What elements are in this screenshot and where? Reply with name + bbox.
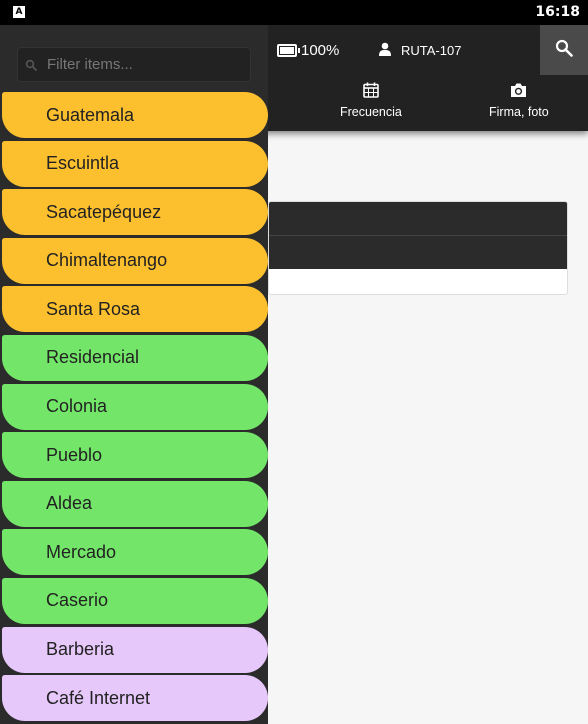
drawer-item-label: Colonia (46, 396, 108, 417)
drawer-item-label: Escuintla (46, 153, 120, 174)
battery-level: 100% (301, 42, 340, 59)
drawer-item[interactable]: Barberia (2, 626, 268, 673)
search-button[interactable] (540, 25, 588, 75)
calendar-icon (363, 82, 379, 101)
battery-icon (277, 44, 300, 57)
user-name: RUTA-107 (401, 43, 462, 58)
camera-icon (510, 82, 527, 101)
drawer-item-label: Pueblo (46, 444, 103, 465)
card-header (269, 202, 567, 235)
user-icon (378, 42, 392, 59)
drawer-item-label: Sacatepéquez (46, 201, 162, 222)
drawer-item[interactable]: Colonia (2, 383, 268, 430)
drawer-item[interactable]: Chimaltenango (2, 237, 268, 284)
drawer-item[interactable]: Residencial (2, 334, 268, 381)
drawer-item-label: Café Internet (46, 687, 151, 708)
search-icon (555, 39, 573, 62)
drawer-item[interactable]: Mercado (2, 529, 268, 576)
navigation-drawer: Guatemala Escuintla Sacatepéquez Chimaltena… (0, 25, 268, 724)
drawer-item[interactable]: Sacatepéquez (2, 189, 268, 236)
tab-firma-foto-label: Firma, foto (489, 105, 549, 119)
tab-firma-foto[interactable]: Firma, foto (489, 82, 549, 119)
drawer-item[interactable]: Guatemala (2, 92, 268, 138)
drawer-item-label: Residencial (46, 347, 140, 368)
filter-box (17, 47, 251, 82)
drawer-item-label: Aldea (46, 493, 93, 514)
drawer-item[interactable]: Caserio (2, 577, 268, 624)
status-clock: 16:18 (535, 4, 580, 20)
drawer-item-label: Chimaltenango (46, 250, 168, 271)
drawer-item[interactable]: Pueblo (2, 432, 268, 479)
content-card (268, 201, 568, 295)
card-subheader (269, 235, 567, 269)
drawer-item[interactable]: Café Internet (2, 675, 268, 722)
drawer-item[interactable]: Santa Rosa (2, 286, 268, 333)
tab-frecuencia-label: Frecuencia (340, 105, 402, 119)
drawer-item-label: Santa Rosa (46, 298, 141, 319)
drawer-item-label: Caserio (46, 590, 109, 611)
user-info: RUTA-107 (378, 42, 461, 59)
status-bar: A 16:18 (0, 0, 588, 25)
filter-input[interactable] (45, 55, 239, 74)
tab-frecuencia[interactable]: Frecuencia (340, 82, 402, 119)
battery-indicator: 100% (277, 42, 339, 59)
drawer-item-label: Mercado (46, 541, 117, 562)
drawer-item[interactable]: Aldea (2, 480, 268, 527)
search-icon (25, 59, 37, 71)
drawer-item-list: Guatemala Escuintla Sacatepéquez Chimaltena… (2, 92, 268, 724)
drawer-item[interactable]: Escuintla (2, 140, 268, 187)
app-notification-icon: A (13, 6, 25, 18)
drawer-item-label: Barberia (46, 639, 115, 660)
drawer-item-label: Guatemala (46, 104, 135, 125)
